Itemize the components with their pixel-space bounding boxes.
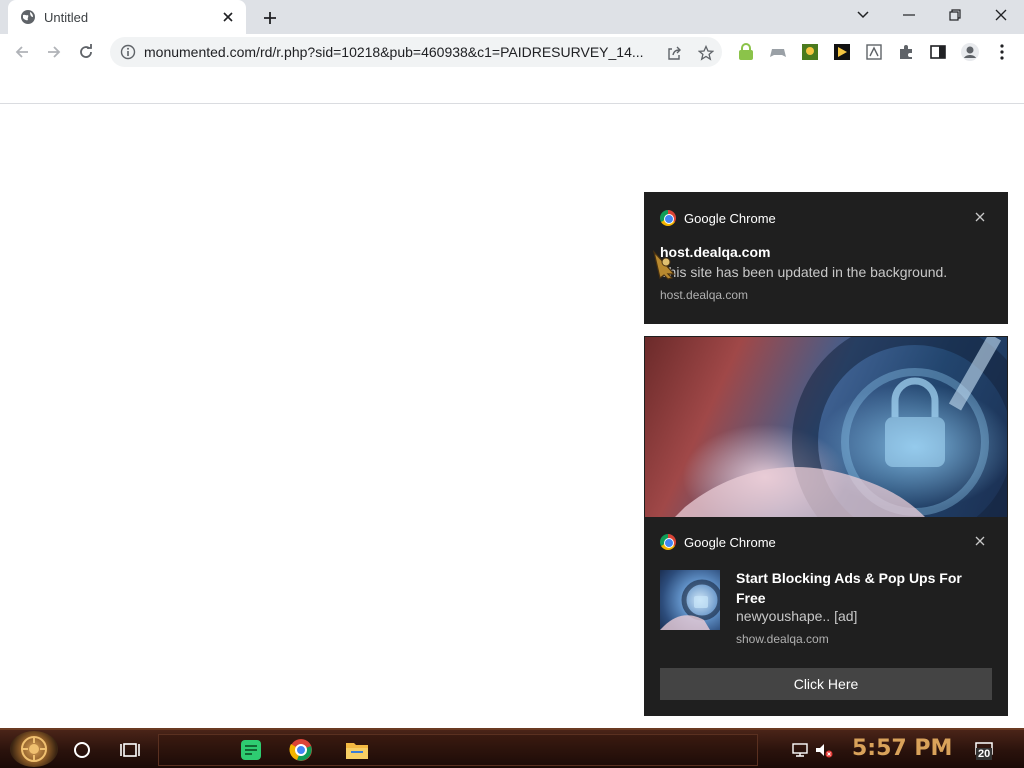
- address-bar[interactable]: monumented.com/rd/r.php?sid=10218&pub=46…: [110, 37, 722, 67]
- url-text[interactable]: monumented.com/rd/r.php?sid=10218&pub=46…: [144, 44, 652, 60]
- tab-close-icon[interactable]: [218, 7, 238, 27]
- globe-icon: [20, 9, 36, 25]
- chrome-icon: [660, 210, 676, 226]
- mouse-cursor-icon: [652, 250, 676, 280]
- notification-app-name: Google Chrome: [684, 210, 776, 226]
- click-here-button[interactable]: Click Here: [660, 668, 992, 700]
- tab-search-icon[interactable]: [840, 0, 886, 30]
- notification-count-badge: 20: [976, 748, 993, 760]
- close-window-button[interactable]: [978, 0, 1024, 30]
- browser-toolbar: monumented.com/rd/r.php?sid=10218&pub=46…: [0, 34, 1024, 70]
- task-view-icon[interactable]: [116, 736, 144, 764]
- info-icon[interactable]: [120, 44, 136, 60]
- restore-button[interactable]: [932, 0, 978, 30]
- file-explorer-icon[interactable]: [343, 736, 371, 764]
- notification-source: show.dealqa.com: [736, 632, 829, 646]
- new-tab-button[interactable]: [258, 6, 282, 30]
- start-button[interactable]: [10, 731, 58, 767]
- notification-body: newyoushape.. [ad]: [736, 608, 858, 624]
- notification-close-icon[interactable]: [972, 209, 988, 225]
- chrome-icon: [660, 534, 676, 550]
- profile-avatar-icon[interactable]: [960, 42, 980, 62]
- cortana-icon[interactable]: [68, 736, 96, 764]
- extension-play-icon[interactable]: [832, 42, 852, 62]
- notification-body: This site has been updated in the backgr…: [660, 264, 948, 280]
- notification-thumbnail: [660, 570, 723, 630]
- back-button[interactable]: [8, 38, 36, 66]
- notification-source: host.dealqa.com: [660, 288, 749, 302]
- notification-header: Google Chrome: [660, 210, 776, 226]
- bookmark-star-icon[interactable]: [696, 44, 716, 62]
- chrome-menu-icon[interactable]: [992, 42, 1012, 62]
- toolbar-divider: [0, 103, 1024, 104]
- share-icon[interactable]: [664, 44, 684, 62]
- forward-button[interactable]: [40, 38, 68, 66]
- taskbar: 5:57 PM 20: [0, 728, 1024, 768]
- notification-title: Start Blocking Ads & Pop Ups For Free: [736, 570, 962, 606]
- extension-badge-icon[interactable]: [864, 42, 884, 62]
- extensions-puzzle-icon[interactable]: [896, 42, 916, 62]
- notes-app-icon[interactable]: [237, 736, 265, 764]
- notification-site-updated[interactable]: Google Chrome host.dealqa.com This site …: [644, 192, 1008, 324]
- notification-hero-image: [645, 337, 1007, 517]
- notification-app-name: Google Chrome: [684, 534, 776, 550]
- taskbar-clock[interactable]: 5:57 PM: [852, 736, 952, 761]
- extension-green-icon[interactable]: [800, 42, 820, 62]
- notification-ad[interactable]: Google Chrome Start Blocking Ads & Pop U…: [644, 336, 1008, 716]
- tab-title: Untitled: [44, 9, 89, 25]
- chrome-taskbar-icon[interactable]: [287, 736, 315, 764]
- tab-strip: Untitled: [0, 0, 1024, 34]
- tab-untitled[interactable]: Untitled: [8, 0, 246, 34]
- notification-header: Google Chrome: [660, 534, 776, 550]
- minimize-button[interactable]: [886, 0, 932, 30]
- side-panel-icon[interactable]: [928, 42, 948, 62]
- extension-lock-icon[interactable]: [736, 42, 756, 62]
- reload-button[interactable]: [72, 38, 100, 66]
- screen: Untitled monumented.com/rd/r.php?sid=102…: [0, 0, 1024, 768]
- notification-close-icon[interactable]: [972, 533, 988, 549]
- volume-muted-icon[interactable]: [810, 736, 838, 764]
- extension-gamepad-icon[interactable]: [768, 42, 788, 62]
